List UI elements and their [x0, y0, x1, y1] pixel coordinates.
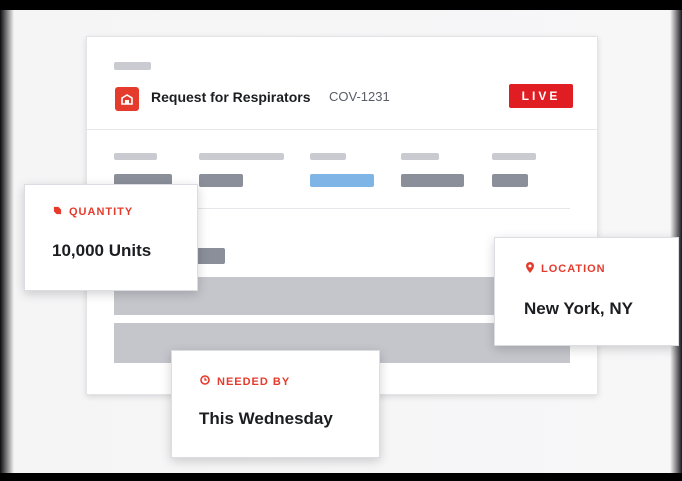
subheading-placeholder — [197, 248, 225, 264]
column-value-placeholder — [401, 174, 464, 187]
quantity-value: 10,000 Units — [52, 241, 152, 260]
location-callout: LOCATION New York, NY — [494, 237, 679, 346]
needed-by-value: This Wednesday — [199, 409, 333, 428]
column-value-placeholder — [199, 174, 243, 187]
quantity-label: QUANTITY — [69, 206, 134, 218]
column-header-placeholder — [114, 153, 157, 160]
location-label-row: LOCATION — [526, 262, 606, 276]
quantity-callout: QUANTITY 10,000 Units — [24, 184, 198, 291]
map-pin-icon — [526, 262, 534, 276]
location-label: LOCATION — [541, 263, 606, 275]
column-header-placeholder — [310, 153, 346, 160]
request-code: COV-1231 — [329, 89, 390, 104]
column-header-placeholder — [199, 153, 284, 160]
location-value: New York, NY — [524, 299, 633, 318]
breadcrumb-placeholder — [114, 62, 151, 70]
column-value-placeholder — [310, 174, 374, 187]
tag-icon — [53, 206, 62, 218]
bottom-frame — [0, 473, 682, 481]
top-frame — [0, 0, 682, 10]
column-value-placeholder — [492, 174, 528, 187]
column-header-placeholder — [492, 153, 536, 160]
header-divider — [87, 129, 597, 130]
needed-by-callout: NEEDED BY This Wednesday — [171, 350, 380, 458]
needed-by-label: NEEDED BY — [217, 375, 291, 388]
column-header-placeholder — [401, 153, 439, 160]
box-icon — [115, 87, 139, 111]
request-title: Request for Respirators — [151, 89, 311, 105]
quantity-label-row: QUANTITY — [53, 206, 133, 218]
needed-by-label-row: NEEDED BY — [200, 375, 290, 388]
live-status-badge: LIVE — [509, 84, 573, 108]
clock-icon — [200, 375, 210, 388]
